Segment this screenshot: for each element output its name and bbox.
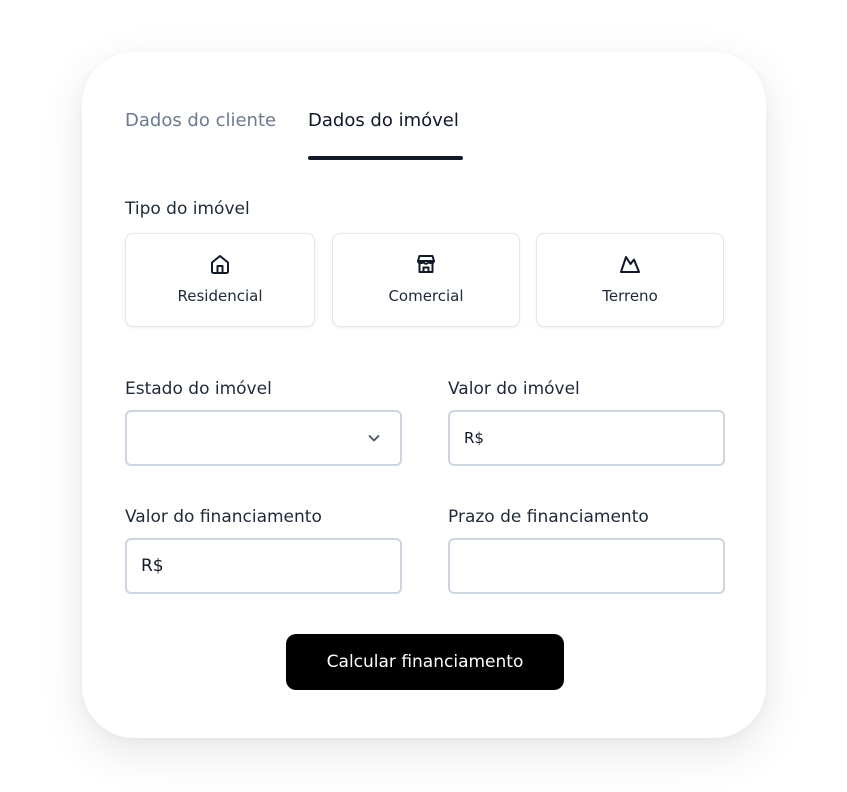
property-type-label-terreno: Terreno <box>602 287 658 305</box>
tab-dados-imovel[interactable]: Dados do imóvel <box>308 110 459 132</box>
house-icon <box>208 252 232 276</box>
prazo-input[interactable] <box>448 538 725 594</box>
land-icon <box>618 252 642 276</box>
property-type-terreno[interactable]: Terreno <box>536 233 724 327</box>
store-icon <box>414 252 438 276</box>
valor-imovel-input[interactable]: R$ <box>448 410 725 466</box>
property-type-comercial[interactable]: Comercial <box>332 233 520 327</box>
financing-form-card: Dados do cliente Dados do imóvel Tipo do… <box>82 52 766 738</box>
property-type-label-comercial: Comercial <box>388 287 464 305</box>
chevron-down-icon <box>368 435 380 442</box>
currency-prefix: R$ <box>141 556 164 576</box>
currency-prefix: R$ <box>464 429 484 447</box>
prazo-label: Prazo de financiamento <box>448 507 649 527</box>
property-type-residencial[interactable]: Residencial <box>125 233 315 327</box>
estado-select[interactable] <box>125 410 402 466</box>
valor-financiamento-label: Valor do financiamento <box>125 507 322 527</box>
tab-dados-cliente[interactable]: Dados do cliente <box>125 110 276 132</box>
property-type-label: Tipo do imóvel <box>125 199 250 219</box>
valor-financiamento-input[interactable]: R$ <box>125 538 402 594</box>
prazo-text-input[interactable] <box>450 540 723 592</box>
active-tab-indicator <box>308 156 463 160</box>
estado-label: Estado do imóvel <box>125 379 272 399</box>
valor-imovel-label: Valor do imóvel <box>448 379 580 399</box>
property-type-label-residencial: Residencial <box>177 287 263 305</box>
calcular-financiamento-button[interactable]: Calcular financiamento <box>286 634 564 690</box>
